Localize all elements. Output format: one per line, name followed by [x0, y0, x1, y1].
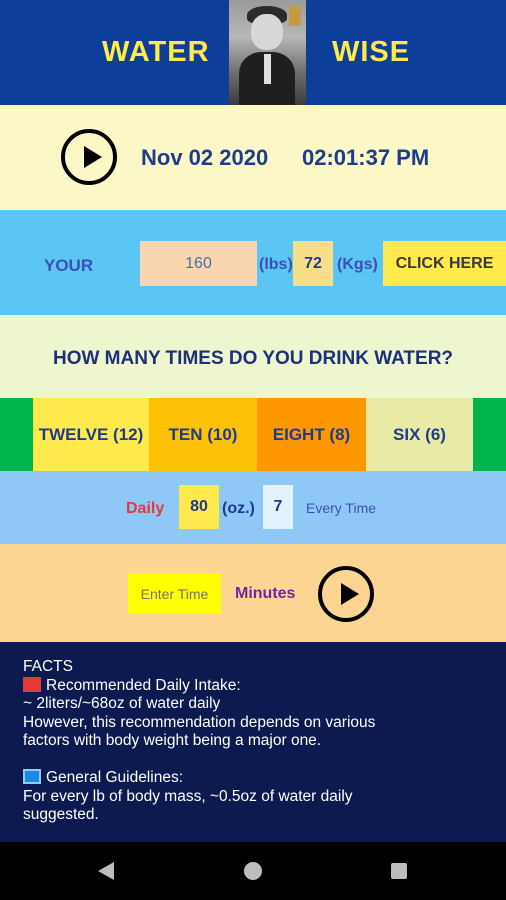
facts-item2-title: General Guidelines:	[46, 769, 183, 786]
daily-label: Daily	[126, 500, 165, 517]
current-time: 02:01:37 PM	[302, 145, 430, 170]
play-button-datetime[interactable]	[61, 129, 117, 185]
facts-heading: FACTS	[23, 658, 73, 675]
facts-panel: FACTS Recommended Daily Intake: ~ 2liter…	[0, 642, 506, 842]
play-button-timer[interactable]	[318, 566, 374, 622]
your-label: YOUR	[44, 256, 94, 275]
facts-item1-line3: factors with body weight being a major o…	[23, 732, 322, 749]
facts-item2-line2: suggested.	[23, 806, 99, 823]
back-icon[interactable]	[98, 862, 114, 880]
facts-item-intake: Recommended Daily Intake:	[23, 676, 483, 696]
lbs-unit-label: (lbs)	[259, 256, 293, 273]
blue-square-icon	[23, 769, 41, 784]
kg-unit-label: (Kgs)	[337, 256, 378, 273]
choice-six-button[interactable]: SIX (6)	[366, 398, 473, 471]
home-icon[interactable]	[244, 862, 262, 880]
current-date: Nov 02 2020	[141, 145, 269, 170]
every-time-label: Every Time	[306, 500, 377, 516]
question-heading: HOW MANY TIMES DO YOU DRINK WATER?	[52, 348, 454, 369]
minutes-label: Minutes	[235, 585, 296, 602]
header-photo	[229, 0, 306, 105]
oz-unit-label: (oz.)	[222, 500, 255, 517]
app-title-right: WISE	[332, 36, 411, 68]
facts-item1-line2: However, this recommendation depends on …	[23, 713, 376, 731]
weight-lbs-input[interactable]	[140, 241, 257, 286]
choice-ten-button[interactable]: TEN (10)	[149, 398, 257, 471]
enter-time-input[interactable]	[128, 573, 221, 614]
choice-twelve-button[interactable]: TWELVE (12)	[33, 398, 149, 471]
daily-oz-value: 80	[179, 485, 219, 529]
choice-eight-button[interactable]: EIGHT (8)	[257, 398, 366, 471]
play-icon	[341, 583, 359, 605]
facts-item1-title: Recommended Daily Intake:	[46, 676, 241, 694]
facts-item-guidelines: General Guidelines:	[23, 769, 483, 788]
per-time-oz-value: 7	[263, 485, 293, 529]
recent-apps-icon[interactable]	[391, 863, 407, 879]
weight-kg-value: 72	[293, 241, 333, 286]
app-title-left: WATER	[102, 36, 210, 68]
facts-item2-line1: For every lb of body mass, ~0.5oz of wat…	[23, 787, 353, 805]
click-here-button[interactable]: CLICK HERE	[383, 241, 506, 286]
facts-item1-line1: ~ 2liters/~68oz of water daily	[23, 695, 221, 712]
red-square-icon	[23, 676, 41, 692]
play-icon	[84, 146, 102, 168]
